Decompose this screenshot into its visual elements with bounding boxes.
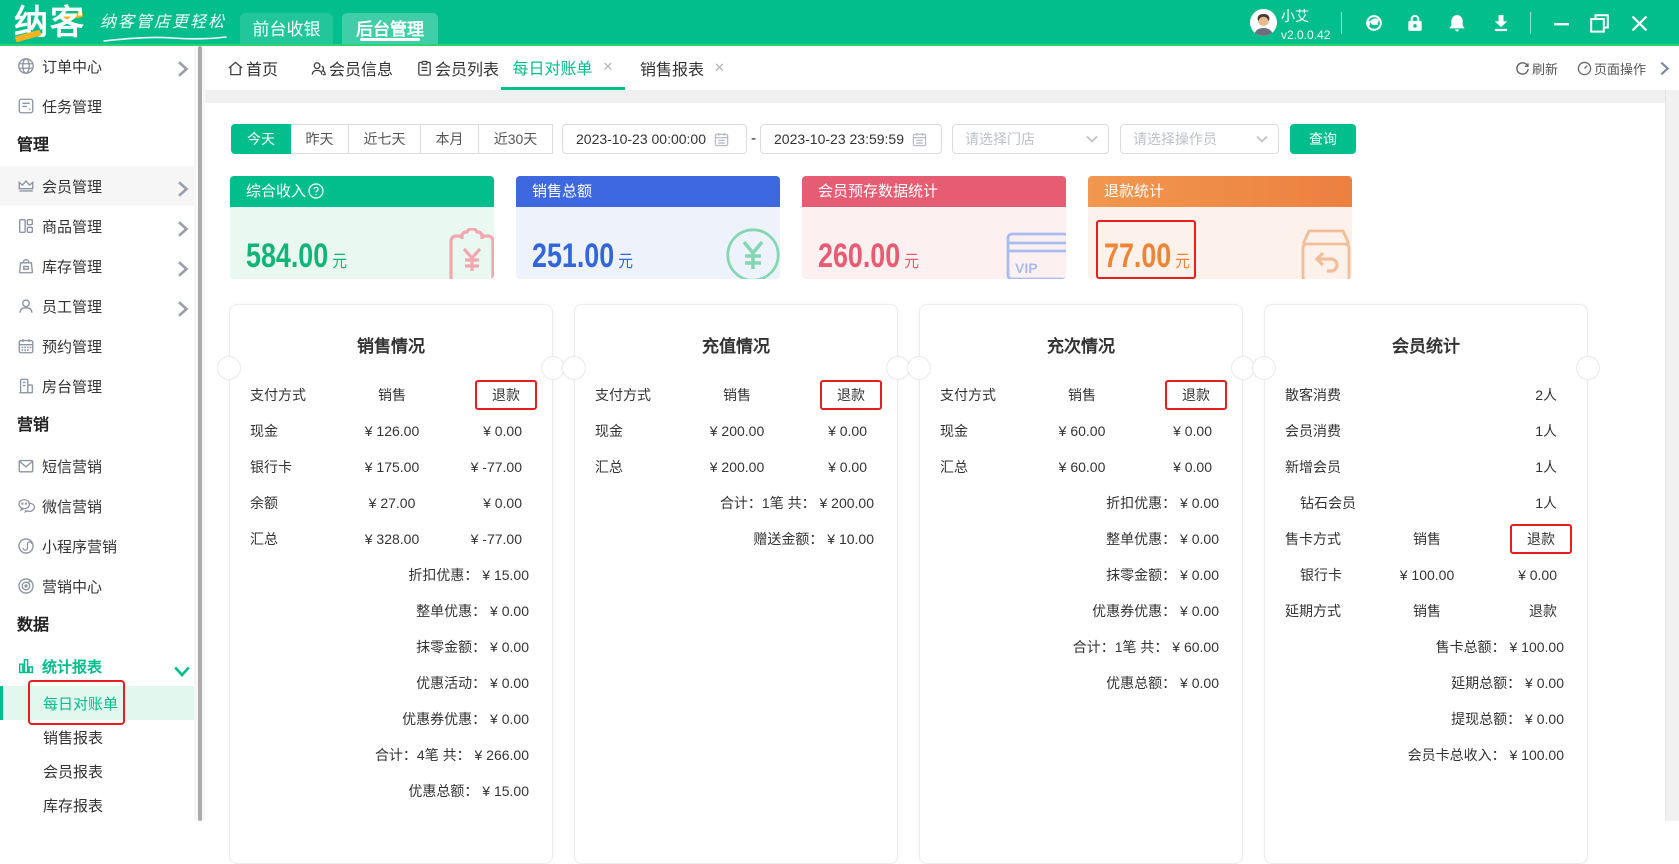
svg-text:VIP: VIP	[1015, 260, 1038, 276]
